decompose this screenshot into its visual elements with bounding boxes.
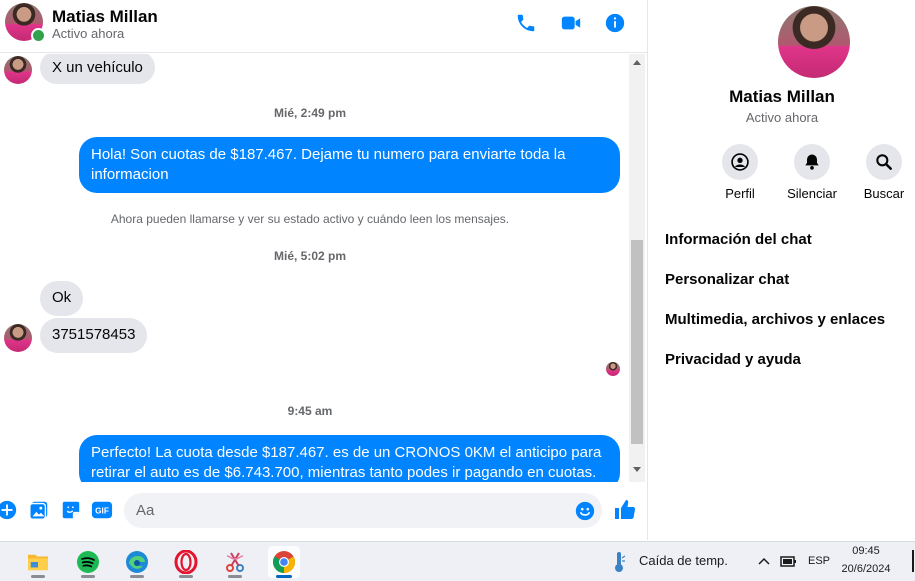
sticker-icon[interactable]	[60, 499, 82, 521]
message-timestamp: Mié, 2:49 pm	[273, 106, 347, 120]
opera-browser-icon	[174, 550, 198, 574]
seen-receipt-avatar	[606, 362, 620, 376]
message-timestamp: Mié, 5:02 pm	[273, 249, 347, 263]
message-outgoing: Hola! Son cuotas de $187.467. Dejame tu …	[79, 137, 620, 193]
video-camera-icon[interactable]	[560, 12, 582, 34]
plus-circle-icon[interactable]	[0, 499, 18, 521]
menu-item-media-files-links[interactable]: Multimedia, archivos y enlaces	[665, 311, 885, 328]
running-indicator	[31, 575, 45, 578]
running-indicator	[81, 575, 95, 578]
search-action[interactable]: Buscar	[848, 144, 915, 201]
online-status-dot	[31, 28, 46, 43]
bell-icon	[805, 154, 819, 170]
spotify-icon	[77, 551, 99, 573]
scissors-icon	[226, 552, 244, 572]
message-input[interactable]	[124, 493, 602, 528]
message-incoming: 3751578453	[40, 318, 148, 353]
opera-button[interactable]	[170, 546, 202, 578]
folder-icon	[28, 554, 48, 571]
mute-action-label: Silenciar	[787, 186, 837, 201]
thermometer-icon[interactable]	[612, 550, 626, 574]
message-composer: GIF	[0, 482, 647, 540]
active-indicator	[276, 575, 292, 578]
chrome-button[interactable]	[268, 546, 300, 578]
menu-item-chat-info[interactable]: Información del chat	[665, 231, 812, 248]
spotify-button[interactable]	[72, 546, 104, 578]
running-indicator	[228, 575, 242, 578]
phone-icon[interactable]	[515, 12, 537, 34]
profile-avatar[interactable]	[778, 6, 850, 78]
emoji-icon[interactable]	[574, 500, 596, 522]
running-indicator	[130, 575, 144, 578]
thread-scrollbar[interactable]	[629, 54, 645, 482]
profile-status: Activo ahora	[745, 110, 819, 125]
system-notice: Ahora pueden llamarse y ver su estado ac…	[110, 212, 510, 226]
chat-info-panel: Matias Millan Activo ahora Perfil Silenc…	[647, 0, 915, 540]
profile-action[interactable]: Perfil	[704, 144, 776, 201]
message-incoming: X un vehículo	[40, 54, 155, 84]
user-circle-icon	[731, 153, 749, 171]
message-incoming: Ok	[40, 281, 84, 316]
mute-action[interactable]: Silenciar	[776, 144, 848, 201]
profile-action-label: Perfil	[725, 186, 755, 201]
search-action-label: Buscar	[863, 186, 905, 201]
menu-item-privacy-help[interactable]: Privacidad y ayuda	[665, 351, 801, 368]
info-icon[interactable]	[604, 12, 626, 34]
scroll-down-arrow-icon[interactable]	[633, 467, 641, 472]
thumbs-up-icon[interactable]	[613, 498, 637, 522]
file-explorer-button[interactable]	[22, 546, 54, 578]
message-timestamp: 9:45 am	[287, 404, 333, 418]
chrome-browser-icon	[273, 551, 295, 573]
svg-text:GIF: GIF	[95, 507, 109, 516]
menu-item-customize-chat[interactable]: Personalizar chat	[665, 271, 789, 288]
profile-name: Matias Millan	[729, 87, 835, 106]
clock-date[interactable]: 20/6/2024	[836, 563, 896, 575]
contact-name[interactable]: Matias Millan	[52, 7, 158, 27]
scroll-up-arrow-icon[interactable]	[633, 60, 641, 65]
clock-time[interactable]: 09:45	[836, 545, 896, 557]
message-avatar	[4, 324, 32, 352]
image-icon[interactable]	[28, 499, 50, 521]
edge-button[interactable]	[121, 546, 153, 578]
edge-browser-icon	[126, 551, 148, 573]
message-outgoing: Perfecto! La cuota desde $187.467. es de…	[79, 435, 620, 482]
chevron-up-icon[interactable]	[758, 556, 770, 566]
message-avatar	[4, 56, 32, 84]
weather-status[interactable]: Caída de temp.	[639, 553, 728, 568]
running-indicator	[179, 575, 193, 578]
language-indicator[interactable]: ESP	[808, 555, 830, 567]
gif-icon[interactable]: GIF	[90, 499, 114, 521]
windows-taskbar: Caída de temp. ESP 09:45 20/6/2024	[0, 541, 915, 581]
search-icon	[876, 154, 892, 170]
message-thread[interactable]: X un vehículo Mié, 2:49 pm Hola! Son cuo…	[0, 54, 629, 482]
network-icon[interactable]	[780, 554, 798, 568]
chat-header: Matias Millan Activo ahora	[0, 0, 647, 53]
scrollbar-thumb[interactable]	[631, 240, 643, 444]
snipping-tool-button[interactable]	[219, 546, 251, 578]
show-desktop-button[interactable]	[912, 550, 914, 572]
contact-status: Activo ahora	[52, 26, 125, 41]
